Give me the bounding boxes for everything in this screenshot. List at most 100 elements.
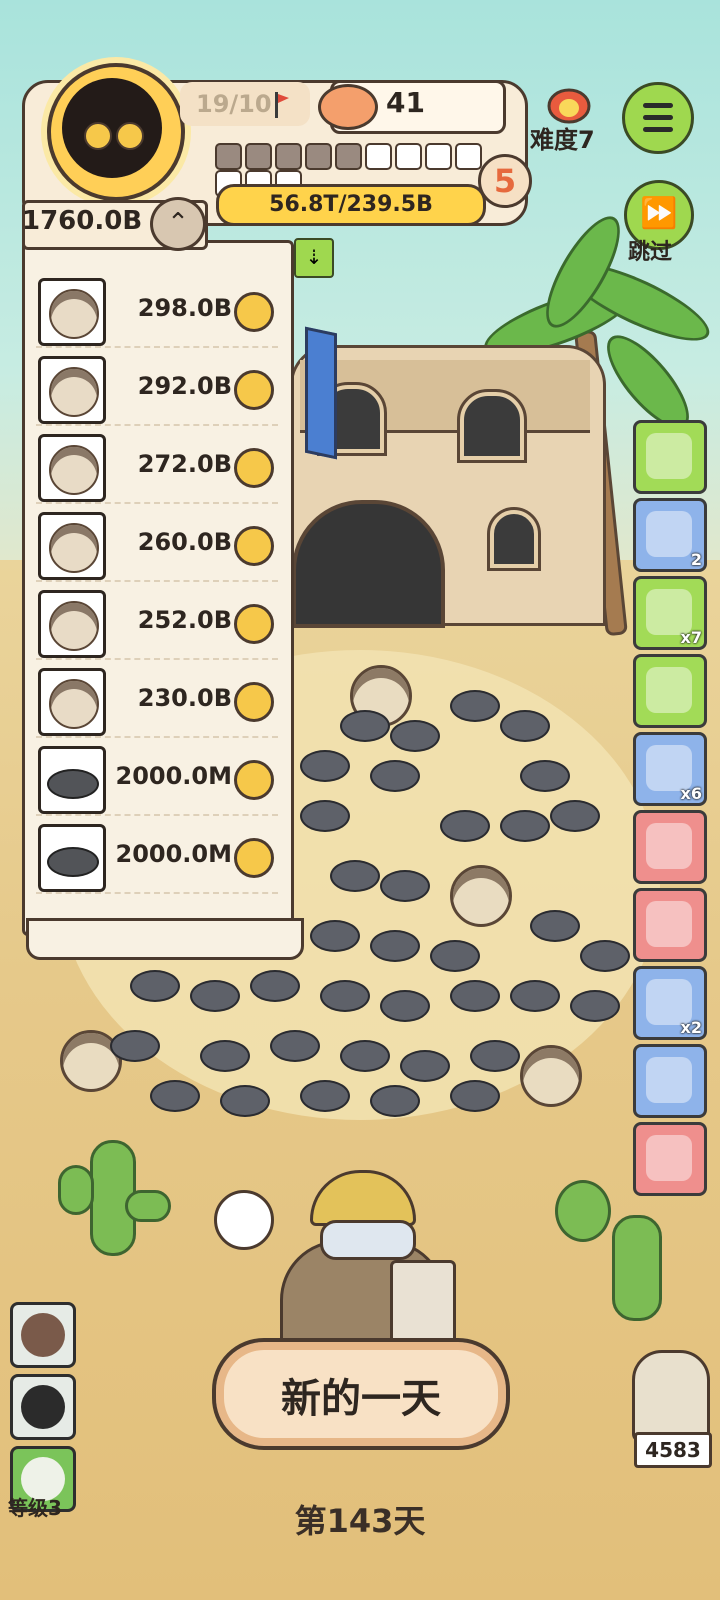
mole <box>580 940 630 972</box>
mole <box>520 760 570 792</box>
list-item[interactable]: 298.0B <box>36 276 278 348</box>
progress-segment <box>275 143 302 170</box>
certificate-icon[interactable] <box>214 1190 274 1250</box>
list-scroll-bottom <box>26 918 304 960</box>
hedgehog <box>520 1045 582 1107</box>
item-multiplier: 2 <box>690 550 702 569</box>
hedgehog-thumbnail <box>38 668 106 736</box>
progress-segment <box>425 143 452 170</box>
hedgehog-icon <box>49 601 99 651</box>
item-value: 272.0B <box>137 450 232 478</box>
mole <box>300 1080 350 1112</box>
item-multiplier: x2 <box>680 1018 702 1037</box>
mole <box>400 1050 450 1082</box>
sort-button[interactable]: ⇣ <box>294 238 334 278</box>
hedgehog <box>450 865 512 927</box>
difficulty-label: 难度7 <box>530 126 595 154</box>
mole <box>310 920 360 952</box>
list-item[interactable]: 2000.0M <box>36 822 278 894</box>
item-slot[interactable] <box>633 420 707 494</box>
stamp-count-text: 19/10 <box>196 90 272 118</box>
item-slot[interactable] <box>633 654 707 728</box>
progress-segment <box>455 143 482 170</box>
cactus-arm <box>58 1165 94 1215</box>
paw-coin-icon <box>234 292 274 332</box>
crate-icon <box>646 1057 692 1103</box>
hedgehog-thumbnail <box>38 356 106 424</box>
progress-segment <box>365 143 392 170</box>
progress-segment <box>335 143 362 170</box>
difficulty-flame-icon <box>547 88 591 124</box>
item-slot[interactable]: x6 <box>633 732 707 806</box>
progress-segment <box>395 143 422 170</box>
mole <box>130 970 180 1002</box>
shovel-hourglass-icon <box>646 511 692 557</box>
mole <box>430 940 480 972</box>
mole <box>500 710 550 742</box>
mole <box>510 980 560 1012</box>
mole-icon <box>47 769 99 799</box>
list-item[interactable]: 230.0B <box>36 666 278 738</box>
hedgehog-icon <box>49 367 99 417</box>
item-value: 252.0B <box>137 606 232 634</box>
menu-icon-line <box>643 115 673 120</box>
owl-icon[interactable] <box>632 1350 710 1442</box>
cat-eye <box>116 122 144 150</box>
feather-icon <box>646 901 692 947</box>
item-value: 260.0B <box>137 528 232 556</box>
menu-icon-line <box>643 127 673 132</box>
list-item[interactable]: 2000.0M <box>36 744 278 816</box>
list-item[interactable]: 272.0B <box>36 432 278 504</box>
menu-button[interactable] <box>622 82 694 154</box>
item-value: 292.0B <box>137 372 232 400</box>
mole <box>370 760 420 792</box>
mole <box>450 1080 500 1112</box>
progress-segment <box>305 143 332 170</box>
day-counter: 第143天 <box>294 1502 426 1540</box>
list-total-value: 1760.0B <box>22 206 143 236</box>
item-value: 2000.0M <box>115 762 233 790</box>
hedgehog-thumbnail <box>38 278 106 346</box>
money-progress-bar: 56.8T/239.5B <box>216 184 486 226</box>
mole <box>250 970 300 1002</box>
list-item[interactable]: 252.0B <box>36 588 278 660</box>
collapse-list-button[interactable]: ⌃ <box>150 197 206 251</box>
item-slot[interactable] <box>633 1122 707 1196</box>
mole <box>380 990 430 1022</box>
bottom-left-button-1[interactable] <box>10 1302 76 1368</box>
paw-coin-icon <box>234 838 274 878</box>
item-slot[interactable] <box>633 1044 707 1118</box>
item-slot[interactable]: x2 <box>633 966 707 1040</box>
mole-thumbnail <box>38 824 106 892</box>
food-bowl-icon <box>318 84 378 130</box>
mole <box>300 800 350 832</box>
hedgehog-thumbnail <box>38 434 106 502</box>
item-slot[interactable] <box>633 810 707 884</box>
list-item[interactable]: 260.0B <box>36 510 278 582</box>
building-arch-door <box>292 500 445 628</box>
item-multiplier: x7 <box>680 628 702 647</box>
mole <box>150 1080 200 1112</box>
mole <box>370 1085 420 1117</box>
mole <box>220 1085 270 1117</box>
cactus-arm <box>125 1190 171 1222</box>
mole <box>370 930 420 962</box>
new-day-label: 新的一天 <box>281 1376 441 1422</box>
item-slot[interactable]: x7 <box>633 576 707 650</box>
mole <box>110 1030 160 1062</box>
item-slot[interactable] <box>633 888 707 962</box>
level-progress-segments <box>215 143 485 197</box>
menu-icon-line <box>643 103 673 108</box>
item-slot[interactable]: 2 <box>633 498 707 572</box>
mole <box>340 710 390 742</box>
owl-count: 4583 <box>634 1432 712 1468</box>
ghost-icon <box>21 1385 65 1429</box>
moon-icon <box>21 1313 65 1357</box>
list-item[interactable]: 292.0B <box>36 354 278 426</box>
clipboard <box>390 1260 456 1346</box>
bottom-left-button-2[interactable] <box>10 1374 76 1440</box>
mole <box>300 750 350 782</box>
heart-creature-icon <box>646 1135 692 1181</box>
hedgehog-icon <box>49 523 99 573</box>
ticket-icon <box>646 667 692 713</box>
